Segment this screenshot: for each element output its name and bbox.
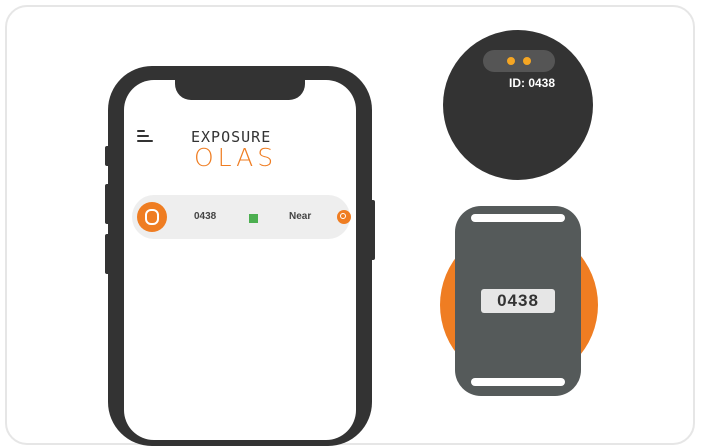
hamburger-menu-icon[interactable] bbox=[137, 130, 153, 142]
strap-slot-bottom bbox=[471, 378, 565, 386]
device-list-item[interactable]: 0438 Near bbox=[132, 195, 351, 239]
sensor-led-window bbox=[483, 50, 555, 72]
wearable-id-tag: 0438 bbox=[481, 289, 555, 313]
status-indicator bbox=[249, 214, 258, 223]
wearable-strap: 0438 bbox=[455, 206, 581, 396]
phone-notch bbox=[175, 80, 305, 100]
strap-slot-top bbox=[471, 214, 565, 222]
proximity-label: Near bbox=[289, 211, 312, 222]
led-indicator-icon bbox=[523, 57, 531, 65]
app-logo-line2: OLAS bbox=[194, 143, 278, 172]
wearable-device-icon bbox=[137, 202, 167, 232]
led-indicator-icon bbox=[507, 57, 515, 65]
sensor-id-label: ID: 0438 bbox=[509, 76, 556, 90]
round-sensor-device: ID: 0438 bbox=[443, 30, 593, 180]
locate-icon[interactable] bbox=[337, 210, 351, 224]
phone-screen: EXPOSURE OLAS 0438 Near bbox=[124, 80, 356, 440]
device-id-label: 0438 bbox=[194, 211, 217, 222]
